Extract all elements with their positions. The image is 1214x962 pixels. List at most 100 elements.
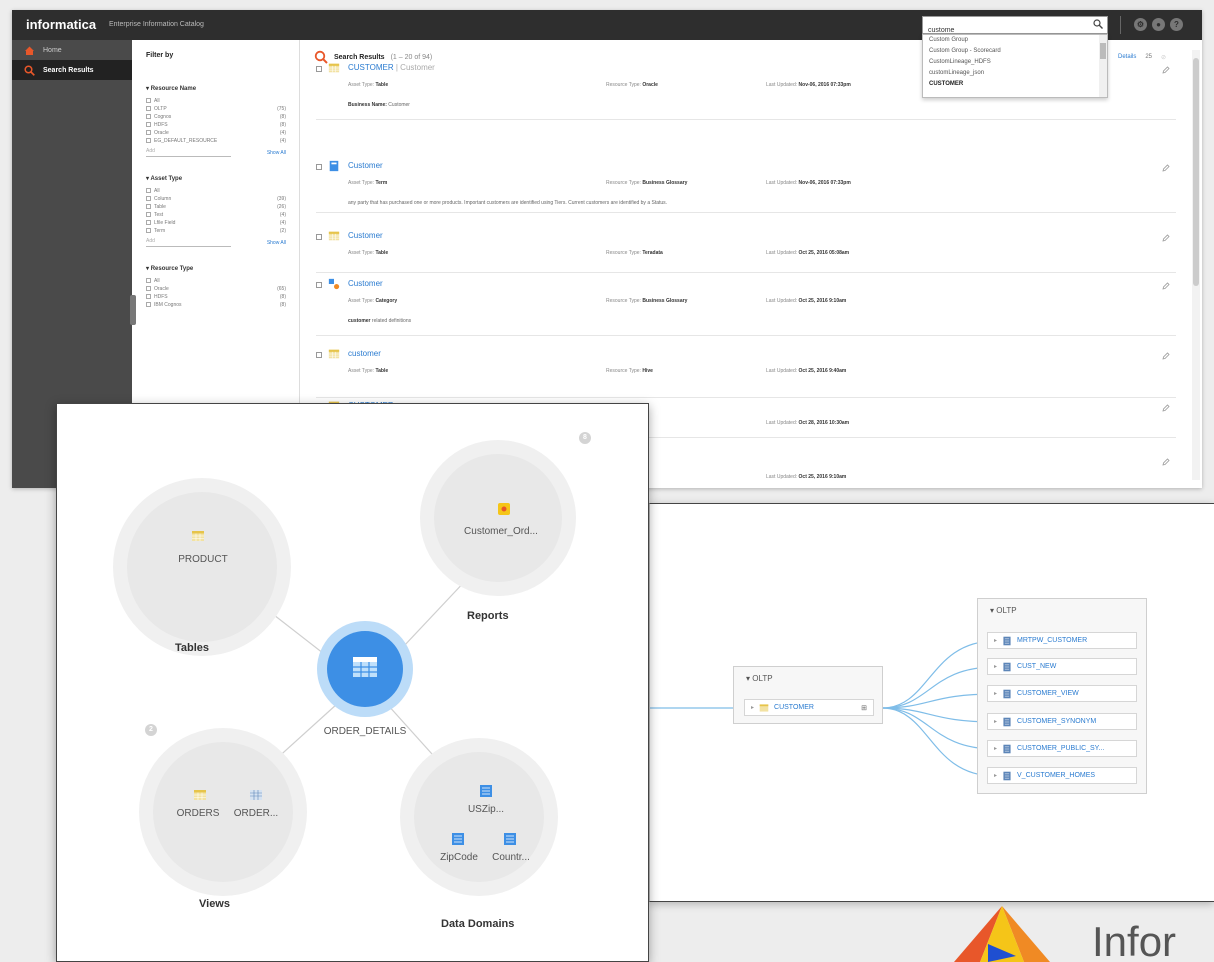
- filter-row[interactable]: IBM Cognos (8): [146, 301, 286, 309]
- result-resource-type: Resource Type: Teradata: [606, 250, 663, 256]
- lineage-target-item[interactable]: ▸ CUSTOMER_PUBLIC_SY...: [987, 740, 1137, 757]
- lineage-target-item[interactable]: ▸ MRTPW_CUSTOMER: [987, 632, 1137, 649]
- suggestion-item[interactable]: Custom Group - Scorecard: [923, 46, 1107, 57]
- result-asset-type: Asset Type: Term: [348, 180, 388, 186]
- edit-icon[interactable]: [1162, 458, 1170, 466]
- result-checkbox[interactable]: [316, 282, 322, 288]
- brand-logo: informatica: [26, 17, 97, 32]
- user-icon[interactable]: ●: [1152, 18, 1165, 31]
- result-last-updated: Last Updated: Nov-06, 2016 07:33pm: [766, 82, 851, 88]
- view-icon: [1003, 744, 1011, 753]
- result-title[interactable]: Customer: [348, 161, 383, 170]
- edit-icon[interactable]: [1162, 352, 1170, 360]
- suggestion-item[interactable]: customLineage_json: [923, 68, 1107, 79]
- filter-row[interactable]: All: [146, 277, 286, 285]
- filter-row[interactable]: Test (4): [146, 211, 286, 219]
- filter-row[interactable]: Table (26): [146, 203, 286, 211]
- result-title[interactable]: Customer: [348, 279, 383, 288]
- suggestions-scrollbar[interactable]: [1099, 35, 1107, 97]
- filter-add-input[interactable]: Add: [146, 238, 231, 247]
- result-last-updated: Last Updated: Oct 25, 2016 05:08am: [766, 250, 850, 256]
- filter-row[interactable]: Oracle (4): [146, 129, 286, 137]
- suggestion-item[interactable]: CUSTOMER: [923, 79, 1107, 90]
- sidebar-item-search-results[interactable]: Search Results: [12, 60, 132, 80]
- edit-icon[interactable]: [1162, 404, 1170, 412]
- search-suggestions: Custom Group Custom Group - Scorecard Cu…: [922, 34, 1108, 98]
- filter-group-title[interactable]: ▾ Asset Type: [146, 175, 286, 182]
- filter-group-title[interactable]: ▾ Resource Name: [146, 85, 286, 92]
- result-resource-type: Resource Type: Oracle: [606, 82, 658, 88]
- sidebar-item-home[interactable]: Home: [12, 40, 132, 60]
- filter-row[interactable]: EG_DEFAULT_RESOURCE (4): [146, 137, 286, 145]
- result-checkbox[interactable]: [316, 164, 322, 170]
- expand-icon[interactable]: ⊞: [861, 704, 867, 712]
- show-all-link[interactable]: Show All: [267, 240, 286, 246]
- node-item-label: PRODUCT: [178, 554, 228, 565]
- lineage-source-item[interactable]: ▸ CUSTOMER ⊞: [744, 699, 874, 716]
- group-title-reports: Reports: [467, 610, 509, 622]
- view-icon: [250, 790, 262, 800]
- edit-icon[interactable]: [1162, 164, 1170, 172]
- suggestion-item[interactable]: CustomLineage_HDFS: [923, 57, 1107, 68]
- badge-count[interactable]: 8: [579, 432, 591, 444]
- view-icon: [1003, 662, 1011, 671]
- table-icon: [328, 349, 340, 359]
- filter-row[interactable]: OLTP (75): [146, 105, 286, 113]
- result-title[interactable]: CUSTOMER | Customer: [348, 63, 435, 72]
- lineage-group-label[interactable]: ▾ OLTP: [734, 667, 882, 683]
- tables-node[interactable]: [127, 492, 277, 642]
- header-separator: [1120, 16, 1121, 34]
- filter-group-resource-type: ▾ Resource Type All Oracle (65) HDFS (8) I…: [146, 265, 286, 309]
- filter-row[interactable]: HDFS (8): [146, 121, 286, 129]
- result-checkbox[interactable]: [316, 66, 322, 72]
- lineage-target-item[interactable]: ▸ CUSTOMER_VIEW: [987, 685, 1137, 702]
- result-asset-type: Asset Type: Table: [348, 250, 389, 256]
- filter-row[interactable]: Lfile Field (4): [146, 219, 286, 227]
- result-resource-type: Resource Type: Business Glossary: [606, 298, 688, 304]
- filter-row[interactable]: HDFS (8): [146, 293, 286, 301]
- reports-node[interactable]: [434, 454, 562, 582]
- search-icon[interactable]: [1093, 19, 1103, 29]
- lineage-source-box[interactable]: ▾ OLTP ▸ CUSTOMER ⊞: [733, 666, 883, 724]
- result-item[interactable]: customer Asset Type: Table Resource Type: …: [316, 346, 1176, 398]
- filter-add-input[interactable]: Add: [146, 148, 231, 157]
- result-item[interactable]: Customer Asset Type: Term Resource Type: B…: [316, 158, 1176, 213]
- filter-group-title[interactable]: ▾ Resource Type: [146, 265, 286, 272]
- group-title-data-domains: Data Domains: [441, 918, 515, 930]
- results-scrollbar[interactable]: [1192, 50, 1200, 480]
- relationships-window: PRODUCT Tables Customer_Ord... Reports 8…: [56, 403, 649, 962]
- group-title-tables: Tables: [175, 642, 210, 654]
- edit-icon[interactable]: [1162, 282, 1170, 290]
- company-logo-icon: [954, 906, 1050, 962]
- lineage-group-label[interactable]: ▾ OLTP: [978, 599, 1146, 615]
- filter-row[interactable]: Column (39): [146, 195, 286, 203]
- help-icon[interactable]: ?: [1170, 18, 1183, 31]
- result-checkbox[interactable]: [316, 234, 322, 240]
- table-icon: [759, 703, 769, 712]
- result-resource-type: Resource Type: Hive: [606, 368, 653, 374]
- result-item[interactable]: Customer Asset Type: Table Resource Type: …: [316, 228, 1176, 273]
- gear-icon[interactable]: ⚙: [1134, 18, 1147, 31]
- filter-row[interactable]: Term (2): [146, 227, 286, 235]
- result-item[interactable]: Customer Asset Type: Category Resource Typ…: [316, 276, 1176, 336]
- result-title[interactable]: Customer: [348, 231, 383, 240]
- badge-count[interactable]: 2: [145, 724, 157, 736]
- filter-row[interactable]: All: [146, 97, 286, 105]
- result-title[interactable]: customer: [348, 349, 381, 358]
- filter-row[interactable]: Cognos (8): [146, 113, 286, 121]
- filter-row[interactable]: Oracle (65): [146, 285, 286, 293]
- result-checkbox[interactable]: [316, 352, 322, 358]
- show-all-link[interactable]: Show All: [267, 150, 286, 156]
- suggestion-item[interactable]: Custom Group: [923, 35, 1107, 46]
- lineage-target-item[interactable]: ▸ CUSTOMER_SYNONYM: [987, 713, 1137, 730]
- edit-icon[interactable]: [1162, 66, 1170, 74]
- filter-row[interactable]: All: [146, 187, 286, 195]
- lineage-target-item[interactable]: ▸ CUST_NEW: [987, 658, 1137, 675]
- node-item-label: ZipCode: [440, 852, 478, 863]
- result-asset-type: Asset Type: Category: [348, 298, 398, 304]
- result-asset-type: Asset Type: Table: [348, 368, 389, 374]
- lineage-target-item[interactable]: ▸ V_CUSTOMER_HOMES: [987, 767, 1137, 784]
- edit-icon[interactable]: [1162, 234, 1170, 242]
- search-box[interactable]: [922, 16, 1108, 39]
- view-icon: [1003, 717, 1011, 726]
